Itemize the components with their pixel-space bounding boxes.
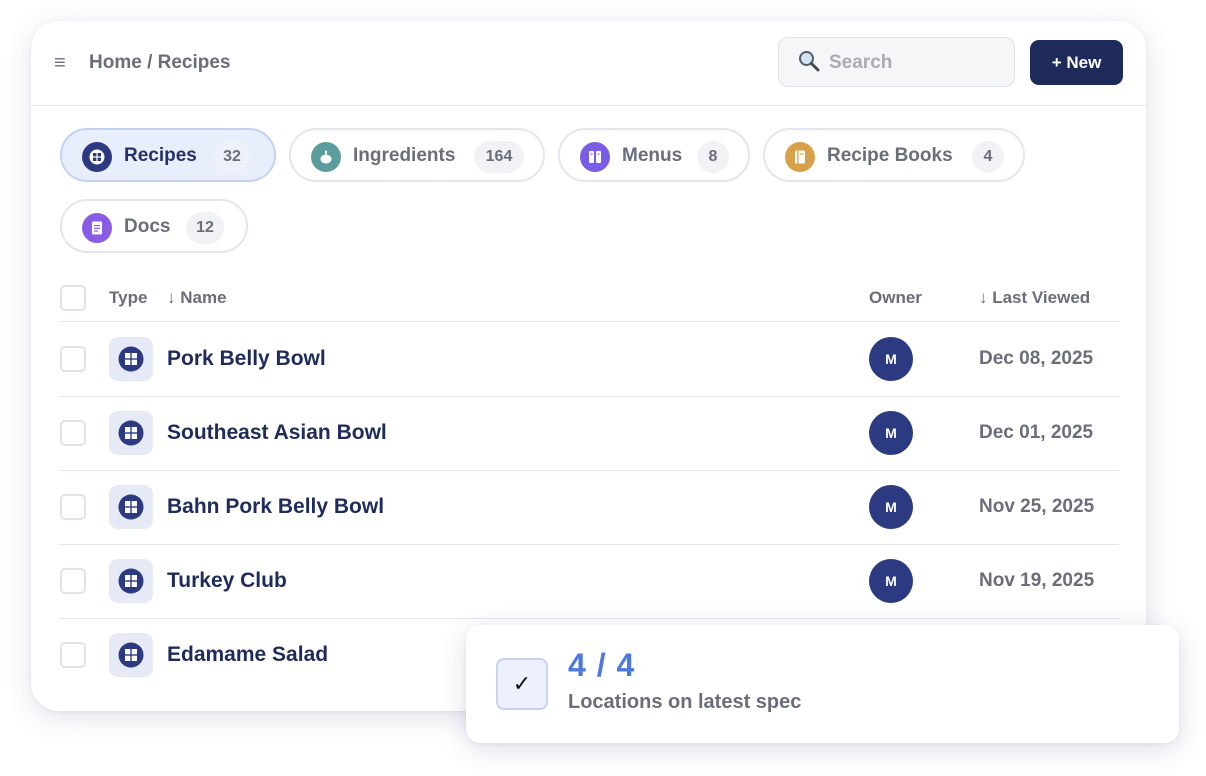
avatar[interactable]: M [869, 559, 913, 603]
table-header: Type ↓ Name Owner ↓ Last Viewed [59, 283, 1119, 322]
row-checkbox[interactable] [60, 420, 86, 446]
page-header: ≡ Home / Recipes + New [31, 21, 1146, 106]
column-type[interactable]: Type [109, 288, 147, 308]
table-row[interactable]: Southeast Asian Bowl M Dec 01, 2025 [59, 396, 1119, 471]
tab-label: Docs [124, 216, 171, 237]
last-viewed-date: Dec 08, 2025 [979, 348, 1094, 369]
search-box[interactable] [778, 37, 1015, 88]
tab-label: Recipes [124, 145, 197, 166]
tab-recipes[interactable]: Recipes 32 [60, 128, 276, 182]
row-checkbox[interactable] [60, 494, 86, 520]
table-row[interactable]: Bahn Pork Belly Bowl M Nov 25, 2025 [59, 470, 1119, 545]
menu-icon [580, 142, 610, 172]
column-owner[interactable]: Owner [869, 288, 922, 308]
spec-summary-popup: ✓ 4 / 4 Locations on latest spec [466, 625, 1179, 743]
tab-count-badge: 12 [186, 212, 224, 244]
recipe-grid-icon [109, 633, 153, 677]
tab-label: Recipe Books [827, 145, 953, 166]
row-checkbox[interactable] [60, 346, 86, 372]
tab-docs[interactable]: Docs 12 [60, 199, 248, 253]
recipe-grid-icon [109, 411, 153, 455]
recipe-book-icon [785, 142, 815, 172]
tab-label: Ingredients [353, 145, 456, 166]
hamburger-menu-icon[interactable]: ≡ [54, 52, 66, 74]
avatar[interactable]: M [869, 337, 913, 381]
table-row[interactable]: Pork Belly Bowl M Dec 08, 2025 [59, 322, 1119, 397]
recipe-name[interactable]: Southeast Asian Bowl [167, 421, 387, 445]
locations-label: Locations on latest spec [568, 691, 802, 713]
table-row[interactable]: Turkey Club M Nov 19, 2025 [59, 544, 1119, 619]
recipe-grid-icon [109, 559, 153, 603]
breadcrumb[interactable]: Home / Recipes [89, 52, 231, 74]
search-icon [799, 51, 820, 72]
last-viewed-date: Nov 19, 2025 [979, 570, 1095, 591]
tab-count-badge: 8 [697, 141, 729, 173]
recipe-grid-icon [109, 337, 153, 381]
tab-ingredients[interactable]: Ingredients 164 [289, 128, 545, 182]
recipe-name[interactable]: Turkey Club [167, 569, 287, 593]
last-viewed-date: Dec 01, 2025 [979, 422, 1094, 443]
search-input[interactable] [827, 38, 1011, 88]
tab-count-badge: 164 [474, 141, 524, 173]
recipe-name[interactable]: Edamame Salad [167, 643, 328, 667]
select-all-checkbox[interactable] [60, 285, 86, 311]
column-last-viewed[interactable]: ↓ Last Viewed [979, 288, 1090, 308]
recipes-panel: ≡ Home / Recipes + New Recipes 32 [31, 21, 1146, 711]
row-checkbox[interactable] [60, 642, 86, 668]
locations-count: 4 / 4 [568, 647, 636, 683]
tab-menus[interactable]: Menus 8 [558, 128, 750, 182]
check-icon[interactable]: ✓ [496, 658, 548, 710]
avatar[interactable]: M [869, 411, 913, 455]
tab-count-badge: 32 [213, 141, 251, 173]
tab-label: Menus [622, 145, 683, 166]
last-viewed-date: Nov 25, 2025 [979, 496, 1095, 517]
ingredient-icon [311, 142, 341, 172]
column-name[interactable]: ↓ Name [167, 288, 227, 308]
row-checkbox[interactable] [60, 568, 86, 594]
new-button[interactable]: + New [1030, 40, 1123, 85]
tab-recipe-books[interactable]: Recipe Books 4 [763, 128, 1025, 182]
recipe-grid-icon [109, 485, 153, 529]
recipe-name[interactable]: Pork Belly Bowl [167, 347, 326, 371]
document-icon [82, 213, 112, 243]
avatar[interactable]: M [869, 485, 913, 529]
recipe-grid-icon [82, 142, 112, 172]
tab-count-badge: 4 [972, 141, 1004, 173]
recipe-name[interactable]: Bahn Pork Belly Bowl [167, 495, 384, 519]
